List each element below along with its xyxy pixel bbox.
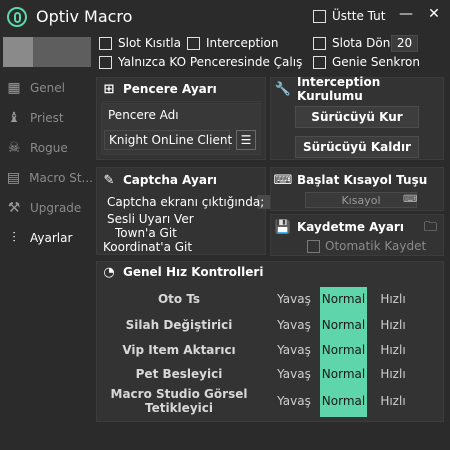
start-hotkey-panel: ⌨ Başlat Kısayol Tuşu Kısayol ⌨ xyxy=(270,167,444,211)
sidebar-item-genel[interactable]: ▦ Genel xyxy=(3,76,93,100)
captcha-edit-icon: ✎ xyxy=(103,172,115,188)
speed-option-slow[interactable]: Yavaş xyxy=(268,343,320,357)
speed-option-normal[interactable]: Normal xyxy=(320,394,367,408)
anvil-icon: ⚒ xyxy=(7,200,21,216)
slot-return-number-input[interactable]: 20 xyxy=(391,35,418,52)
clapper-icon: ▤ xyxy=(6,170,21,186)
speed-option-normal[interactable]: Normal xyxy=(320,367,367,381)
speed-option-fast[interactable]: Hızlı xyxy=(367,394,419,408)
slot-limit-checkbox[interactable] xyxy=(99,37,112,50)
captcha-settings-title: Captcha Ayarı xyxy=(123,173,217,187)
close-button[interactable]: ✕ xyxy=(424,6,444,22)
sidebar-item-upgrade[interactable]: ⚒ Upgrade xyxy=(3,196,93,220)
auto-save-checkbox[interactable] xyxy=(307,240,320,253)
gauge-icon: ◔ xyxy=(103,264,115,280)
keyboard-icon: ⌨ xyxy=(273,172,293,188)
interception-checkbox[interactable] xyxy=(187,37,200,50)
priest-icon: ♝ xyxy=(7,110,21,126)
speed-option-fast[interactable]: Hızlı xyxy=(367,367,419,381)
folder-icon[interactable]: 🗀 xyxy=(424,218,437,240)
start-hotkey-input[interactable]: Kısayol xyxy=(305,192,417,208)
save-disk-icon: 💾 xyxy=(274,219,292,235)
speed-option-normal[interactable]: Normal xyxy=(320,292,367,306)
always-on-top-checkbox[interactable] xyxy=(313,10,326,23)
window-name-input[interactable]: Knight OnLine Client xyxy=(104,130,232,150)
speed-option-normal[interactable]: Normal xyxy=(320,343,367,357)
install-driver-button[interactable]: Sürücüyü Kur xyxy=(295,106,419,128)
save-settings-title: Kaydetme Ayarı xyxy=(297,220,404,234)
speed-option-fast[interactable]: Hızlı xyxy=(367,318,419,332)
wrench-icon: 🔧 xyxy=(274,81,292,97)
rogue-icon: ☠ xyxy=(7,140,21,156)
captcha-settings-panel: ✎ Captcha Ayarı Captcha ekranı çıktığınd… xyxy=(96,167,289,255)
speed-option-slow[interactable]: Yavaş xyxy=(268,318,320,332)
window-settings-panel: ⊞ Pencere Ayarı Pencere Adı Knight OnLin… xyxy=(96,77,266,160)
slot-return-checkbox[interactable] xyxy=(313,37,326,50)
hotkey-keyboard-icon: ⌨ xyxy=(403,194,418,205)
speed-row-label: Macro Studio Görsel Tetikleyici xyxy=(110,387,248,415)
sidebar-item-label: Priest xyxy=(30,111,64,125)
sidebar-item-ayarlar[interactable]: ⫶ Ayarlar xyxy=(3,226,93,250)
window-grid-icon: ⊞ xyxy=(103,81,115,97)
interception-setup-title: Interception Kurulumu xyxy=(297,75,381,103)
speed-option-fast[interactable]: Hızlı xyxy=(367,292,419,306)
sidebar-item-label: Ayarlar xyxy=(30,231,73,245)
grid-icon: ▦ xyxy=(7,80,21,96)
speed-option-slow[interactable]: Yavaş xyxy=(268,292,320,306)
slot-limit-label: Slot Kısıtla xyxy=(118,36,181,50)
always-on-top-label: Üstte Tut xyxy=(332,9,386,23)
speed-row-label: Vip Item Aktarıcı xyxy=(122,343,236,357)
app-logo-icon xyxy=(7,7,27,27)
speed-option-normal[interactable]: Normal xyxy=(320,318,367,332)
captcha-go-coordinate-option[interactable]: Koordinat'a Git xyxy=(103,240,192,254)
only-ko-window-label: Yalnızca KO Penceresinde Çalış xyxy=(118,55,303,69)
interception-setup-panel: 🔧 Interception Kurulumu Sürücüyü Kur Sür… xyxy=(270,75,444,160)
save-settings-panel: 💾 Kaydetme Ayarı 🗀 Otomatik Kaydet xyxy=(270,214,444,256)
speed-row-label: Silah Değiştirici xyxy=(125,318,233,332)
minimize-button[interactable]: — xyxy=(396,6,416,22)
genie-sync-checkbox[interactable] xyxy=(313,56,326,69)
app-title: Optiv Macro xyxy=(36,7,133,26)
window-name-label: Pencere Adı xyxy=(108,108,179,122)
only-ko-window-checkbox[interactable] xyxy=(99,56,112,69)
slot-return-label: Slota Dön xyxy=(332,36,391,50)
interception-label: Interception xyxy=(206,36,279,50)
captcha-when-label: Captcha ekranı çıktığında; xyxy=(107,195,265,209)
captcha-sound-alert-option[interactable]: Sesli Uyarı Ver xyxy=(107,212,194,226)
window-list-icon[interactable]: ☰ xyxy=(236,130,256,150)
speed-option-slow[interactable]: Yavaş xyxy=(268,394,320,408)
captcha-go-town-option[interactable]: Town'a Git xyxy=(115,226,177,240)
speed-row-label: Pet Besleyici xyxy=(135,367,223,381)
sidebar-item-label: Upgrade xyxy=(30,201,82,215)
sidebar-item-label: Macro St... xyxy=(29,171,93,185)
sidebar-item-priest[interactable]: ♝ Priest xyxy=(3,106,93,130)
auto-save-label: Otomatik Kaydet xyxy=(325,239,427,253)
sidebar-item-macro-studio[interactable]: ▤ Macro St... xyxy=(3,166,93,190)
sidebar-item-rogue[interactable]: ☠ Rogue xyxy=(3,136,93,160)
speed-row-label: Oto Ts xyxy=(157,292,201,306)
sidebar-item-label: Genel xyxy=(30,81,66,95)
genie-sync-label: Genie Senkron xyxy=(332,55,420,69)
speed-option-slow[interactable]: Yavaş xyxy=(268,367,320,381)
sidebar-item-label: Rogue xyxy=(30,141,68,155)
remove-driver-button[interactable]: Sürücüyü Kaldır xyxy=(295,136,419,158)
speed-controls-title: Genel Hız Kontrolleri xyxy=(123,265,264,279)
start-hotkey-title: Başlat Kısayol Tuşu xyxy=(297,173,428,187)
color-swatch[interactable] xyxy=(3,37,91,67)
speed-option-fast[interactable]: Hızlı xyxy=(367,343,419,357)
window-settings-title: Pencere Ayarı xyxy=(123,82,217,96)
window-name-group: Pencere Adı Knight OnLine Client ☰ xyxy=(101,103,261,155)
sliders-icon: ⫶ xyxy=(12,230,16,246)
